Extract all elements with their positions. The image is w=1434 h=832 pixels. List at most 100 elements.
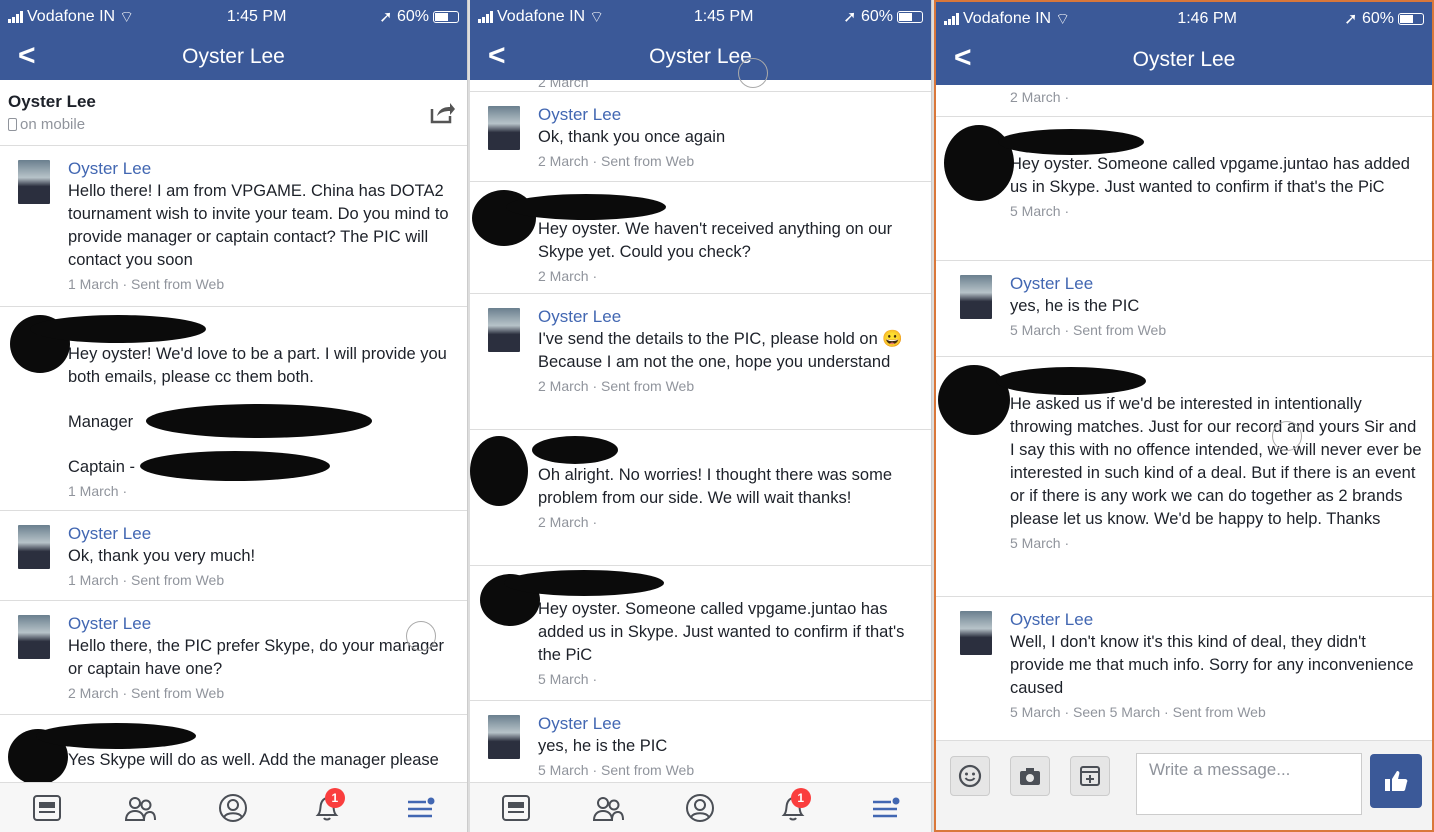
emoji-button[interactable] — [950, 756, 990, 796]
message-meta: 2 March — [538, 80, 589, 90]
clock: 1:45 PM — [693, 7, 754, 25]
camera-icon — [1020, 768, 1040, 785]
tab-menu[interactable] — [865, 788, 905, 828]
nav-bar: < Oyster Lee — [936, 35, 1432, 85]
more-button[interactable] — [1070, 756, 1110, 796]
battery-percent: 60% — [860, 7, 893, 25]
tab-profile[interactable] — [680, 788, 720, 828]
presence-label: on mobile — [20, 116, 86, 133]
share-icon[interactable] — [429, 100, 455, 129]
menu-icon — [872, 797, 900, 817]
status-bar: Vodafone IN ⌔ 1:45 PM ➚ 60% — [0, 0, 467, 33]
battery-icon — [432, 10, 459, 23]
redacted-name — [532, 436, 618, 464]
message-meta: 1 March · Sent from Web — [68, 276, 225, 292]
message: Oyster Lee yes, he is the PIC 5 March · … — [470, 701, 931, 782]
nav-title: Oyster Lee — [1132, 48, 1236, 71]
touch-indicator — [1272, 421, 1302, 451]
battery-percent: 60% — [396, 7, 429, 25]
back-icon[interactable]: < — [18, 39, 36, 73]
message-text: Yes Skype will do as well. Add the manag… — [68, 751, 439, 769]
signal-icon — [944, 12, 959, 25]
message-author[interactable]: Oyster Lee — [68, 158, 455, 180]
avatar[interactable] — [18, 525, 50, 569]
signal-icon — [8, 10, 23, 23]
avatar[interactable] — [960, 275, 992, 319]
message-author[interactable]: Oyster Lee — [538, 306, 919, 328]
friends-icon — [593, 796, 625, 821]
battery-icon — [896, 10, 923, 23]
redacted-name — [504, 570, 664, 596]
avatar[interactable] — [488, 308, 520, 352]
tab-friends[interactable] — [120, 788, 160, 828]
touch-indicator — [406, 621, 436, 651]
redacted-name — [996, 367, 1146, 395]
message-text: Hello there! I am from VPGAME. China has… — [68, 182, 449, 269]
message-author[interactable]: Oyster Lee — [68, 523, 455, 545]
message: 2 March — [470, 80, 931, 92]
battery-percent: 60% — [1361, 9, 1394, 27]
message-meta: 2 March · Sent from Web — [538, 153, 695, 169]
message-text: Hey oyster. We haven't received anything… — [538, 220, 893, 261]
message-input[interactable]: Write a message... — [1136, 753, 1362, 815]
message-meta: 5 March · Sent from Web — [1010, 322, 1167, 338]
avatar[interactable] — [488, 106, 520, 150]
chat-screen-2: Vodafone IN ⌔ 1:45 PM ➚ 60% < Oyster Lee … — [470, 0, 932, 832]
back-icon[interactable]: < — [954, 41, 972, 75]
location-icon: ➚ — [843, 8, 857, 26]
wifi-icon: ⌔ — [119, 8, 135, 26]
message-meta: 5 March · — [1010, 203, 1070, 219]
message-list[interactable]: 2 March Oyster Lee Ok, thank you once ag… — [470, 80, 931, 782]
message-text: yes, he is the PIC — [538, 737, 668, 755]
avatar[interactable] — [18, 615, 50, 659]
camera-button[interactable] — [1010, 756, 1050, 796]
tab-bar: 1 — [0, 782, 467, 832]
message-text: Hey oyster! We'd love to be a part. I wi… — [68, 345, 447, 386]
avatar[interactable] — [18, 160, 50, 204]
back-icon[interactable]: < — [488, 39, 506, 73]
tab-menu[interactable] — [400, 788, 440, 828]
message: Oyster Lee yes, he is the PIC 5 March · … — [936, 261, 1432, 357]
message-list[interactable]: Oyster Lee Hello there! I am from VPGAME… — [0, 146, 467, 782]
message: Hey oyster. Someone called vpgame.juntao… — [470, 566, 931, 701]
message-meta: 1 March · — [68, 483, 128, 499]
tab-notifications[interactable]: 1 — [773, 787, 813, 828]
avatar[interactable] — [488, 715, 520, 759]
message-text: Hey oyster. Someone called vpgame.juntao… — [1010, 155, 1410, 196]
message-meta: 2 March · Sent from Web — [68, 685, 225, 701]
clock: 1:46 PM — [1177, 9, 1237, 27]
thumbs-up-icon — [1385, 771, 1408, 791]
status-bar: Vodafone IN ⌔ 1:45 PM ➚ 60% — [470, 0, 931, 33]
message-meta: 5 March · Seen 5 March · Sent from Web — [1010, 704, 1266, 720]
avatar[interactable] — [960, 611, 992, 655]
tab-news-feed[interactable] — [496, 788, 536, 828]
nav-title: Oyster Lee — [649, 44, 752, 68]
profile-icon — [686, 793, 715, 822]
message-author[interactable]: Oyster Lee — [1010, 609, 1422, 631]
tab-news-feed[interactable] — [27, 788, 67, 828]
carrier-label: Vodafone IN — [27, 7, 116, 25]
tab-friends[interactable] — [588, 788, 628, 828]
message-text: Oh alright. No worries! I thought there … — [538, 466, 892, 507]
message: Yes Skype will do as well. Add the manag… — [0, 715, 467, 782]
message-text: Well, I don't know it's this kind of dea… — [1010, 633, 1414, 697]
message-text: I've send the details to the PIC, please… — [538, 330, 903, 371]
location-icon: ➚ — [1344, 10, 1358, 28]
chat-screen-1: Vodafone IN ⌔ 1:45 PM ➚ 60% < Oyster Lee … — [0, 0, 468, 832]
message-author[interactable]: Oyster Lee — [538, 104, 919, 126]
tab-notifications[interactable]: 1 — [307, 787, 347, 828]
status-bar: Vodafone IN ⌔ 1:46 PM ➚ 60% — [936, 2, 1432, 35]
redacted-name — [30, 315, 206, 343]
friends-icon — [125, 796, 157, 821]
message-author[interactable]: Oyster Lee — [1010, 273, 1422, 295]
tab-profile[interactable] — [213, 788, 253, 828]
message-meta: 1 March · Sent from Web — [68, 572, 225, 588]
message-author[interactable]: Oyster Lee — [538, 713, 919, 735]
redacted-email — [146, 404, 372, 438]
like-button[interactable] — [1370, 754, 1422, 808]
redacted-name — [998, 129, 1144, 155]
message-list[interactable]: 2 March · Hey oyster. Someone called vpg… — [936, 85, 1432, 740]
battery-icon — [1397, 12, 1424, 25]
message-author[interactable]: Oyster Lee — [68, 613, 455, 635]
captain-label: Captain - — [68, 458, 135, 476]
